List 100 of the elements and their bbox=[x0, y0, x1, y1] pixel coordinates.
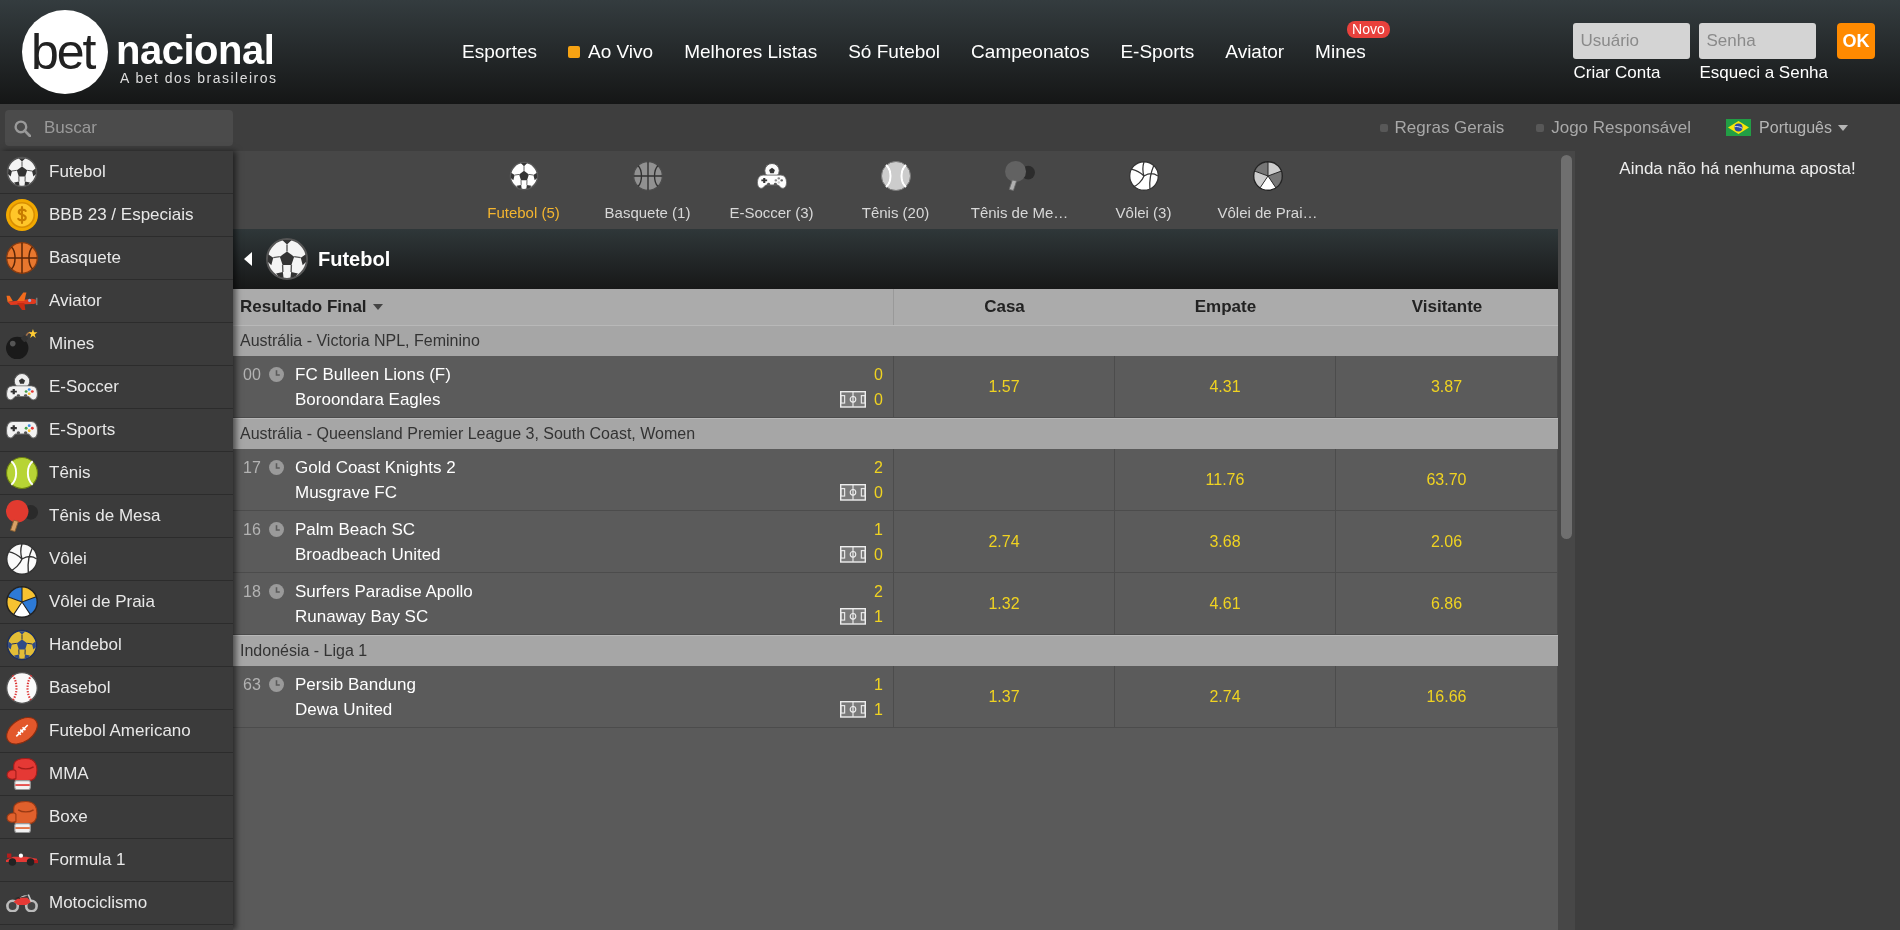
boxing-glove-icon bbox=[6, 801, 38, 833]
clock-icon bbox=[269, 522, 284, 537]
pitch-icon[interactable] bbox=[840, 391, 867, 408]
pitch-icon[interactable] bbox=[840, 484, 867, 501]
clock-icon bbox=[269, 367, 284, 382]
odds-button[interactable]: 1.37 bbox=[894, 666, 1115, 727]
pitch-icon[interactable] bbox=[840, 701, 867, 718]
league-name: Indonésia - Liga 1 bbox=[240, 642, 368, 660]
odds-button[interactable]: 2.74 bbox=[1115, 666, 1336, 727]
sidebar-item[interactable]: Motociclismo bbox=[0, 882, 233, 925]
sidebar-item[interactable]: Vôlei de Praia bbox=[0, 581, 233, 624]
team-name: Surfers Paradise Apollo bbox=[295, 581, 473, 602]
sport-tab[interactable]: Futebol (5) bbox=[461, 151, 586, 229]
info-link[interactable]: Jogo Responsável bbox=[1536, 117, 1692, 138]
sidebar-item[interactable]: Futebol bbox=[0, 151, 233, 194]
match-minute: 17 bbox=[243, 458, 261, 478]
pitch-icon[interactable] bbox=[840, 608, 867, 625]
sidebar-item[interactable]: Tênis bbox=[0, 452, 233, 495]
clock-icon bbox=[269, 460, 284, 475]
username-field[interactable]: Usuário bbox=[1573, 23, 1691, 59]
team-score: 0 bbox=[874, 390, 883, 409]
search-field[interactable]: Buscar bbox=[5, 109, 233, 146]
nav-link[interactable]: Melhores Listas bbox=[684, 41, 818, 63]
odds-button[interactable]: 1.32 bbox=[894, 573, 1115, 634]
language-select[interactable]: Português bbox=[1726, 118, 1848, 137]
clock-icon bbox=[269, 677, 284, 692]
scrollbar-thumb[interactable] bbox=[1561, 155, 1572, 539]
sport-tab[interactable]: Basquete (1) bbox=[585, 151, 710, 229]
sidebar-item[interactable]: Vôlei bbox=[0, 538, 233, 581]
password-field[interactable]: Senha bbox=[1699, 23, 1817, 59]
volleyball-icon bbox=[1128, 161, 1159, 191]
sidebar-item[interactable]: E-Sports bbox=[0, 409, 233, 452]
team-name: Boroondara Eagles bbox=[295, 389, 441, 410]
bomb-icon bbox=[6, 328, 38, 360]
sidebar-item[interactable]: Handebol bbox=[0, 624, 233, 667]
odds-button[interactable]: 3.68 bbox=[1115, 511, 1336, 572]
paddle-icon bbox=[6, 500, 38, 532]
empty-betslip-message: Ainda não há nenhuma aposta! bbox=[1619, 159, 1856, 179]
sidebar-item[interactable]: Futebol Americano bbox=[0, 710, 233, 753]
sport-tab[interactable]: Vôlei de Prai… bbox=[1205, 151, 1330, 229]
new-badge: Novo bbox=[1347, 21, 1390, 38]
match-minute: 16 bbox=[243, 520, 261, 540]
sidebar-item[interactable]: MMA bbox=[0, 753, 233, 796]
nav-link[interactable]: Só Futebol bbox=[848, 41, 941, 63]
sidebar-item[interactable]: Formula 1 bbox=[0, 839, 233, 882]
sidebar-item[interactable]: Tênis de Mesa bbox=[0, 495, 233, 538]
team-name: Palm Beach SC bbox=[295, 519, 415, 540]
back-icon[interactable] bbox=[244, 252, 252, 266]
sidebar-item[interactable]: Mines bbox=[0, 323, 233, 366]
odds-button[interactable]: 1.57 bbox=[894, 356, 1115, 417]
sidebar-item[interactable]: E-Soccer bbox=[0, 366, 233, 409]
nav-link[interactable]: Campeonatos bbox=[971, 41, 1090, 63]
caret-icon bbox=[372, 304, 383, 310]
nav-link[interactable]: Ao Vivo bbox=[568, 41, 654, 63]
bullet-icon bbox=[1536, 123, 1545, 132]
caret-icon bbox=[1838, 124, 1848, 131]
nav-link[interactable]: Aviator bbox=[1225, 41, 1285, 63]
team-name: Persib Bandung bbox=[295, 674, 416, 695]
sport-tab[interactable]: Tênis (20) bbox=[833, 151, 958, 229]
column-header: Casa bbox=[984, 297, 1025, 317]
team-score: 1 bbox=[874, 700, 883, 719]
odds-button[interactable]: 11.76 bbox=[1115, 449, 1336, 510]
team-name: Musgrave FC bbox=[295, 482, 398, 503]
forgot-password-link[interactable]: Esqueci a Senha bbox=[1699, 63, 1828, 83]
create-account-link[interactable]: Criar Conta bbox=[1573, 63, 1661, 83]
sidebar-item[interactable]: Basquete bbox=[0, 237, 233, 280]
team-score: 0 bbox=[874, 545, 883, 564]
sidebar-item[interactable]: Aviator bbox=[0, 280, 233, 323]
team-score: 1 bbox=[874, 520, 883, 539]
sport-tab[interactable]: E-Soccer (3) bbox=[709, 151, 834, 229]
gamepad-ball-icon bbox=[6, 373, 38, 401]
info-link[interactable]: Regras Gerais bbox=[1379, 117, 1505, 138]
sidebar-item[interactable]: Boxe bbox=[0, 796, 233, 839]
soccer-ball-icon bbox=[508, 161, 539, 191]
sidebar-item[interactable]: Basebol bbox=[0, 667, 233, 710]
flag-icon bbox=[1726, 119, 1752, 136]
clock-icon bbox=[269, 584, 284, 599]
league-name: Austrália - Queensland Premier League 3, South Coast, Women bbox=[240, 425, 696, 443]
sidebar-item[interactable]: BBB 23 / Especiais bbox=[0, 194, 233, 237]
logo-wordmark: nacional bbox=[116, 29, 276, 70]
nav-link[interactable]: E-Sports bbox=[1120, 41, 1195, 63]
team-score: 1 bbox=[874, 675, 883, 694]
live-square-icon bbox=[568, 46, 580, 58]
odds-button[interactable]: 4.31 bbox=[1115, 356, 1336, 417]
bullet-icon bbox=[1379, 123, 1388, 132]
plane-icon bbox=[6, 291, 38, 311]
gamepad-ball-icon bbox=[756, 162, 787, 190]
sport-tab[interactable]: Tênis de Me… bbox=[957, 151, 1082, 229]
nav-link[interactable]: Esportes bbox=[462, 41, 537, 63]
search-icon bbox=[14, 119, 31, 137]
market-dropdown[interactable]: Resultado Final bbox=[240, 297, 383, 317]
sport-tab[interactable]: Vôlei (3) bbox=[1081, 151, 1206, 229]
team-score: 0 bbox=[874, 483, 883, 502]
match-minute: 63 bbox=[243, 675, 261, 695]
column-header: Empate bbox=[1194, 297, 1257, 317]
team-score: 2 bbox=[874, 582, 883, 601]
pitch-icon[interactable] bbox=[840, 546, 867, 563]
odds-button[interactable]: 4.61 bbox=[1115, 573, 1336, 634]
nav-link[interactable]: Mines bbox=[1315, 41, 1366, 63]
odds-button[interactable]: 2.74 bbox=[894, 511, 1115, 572]
